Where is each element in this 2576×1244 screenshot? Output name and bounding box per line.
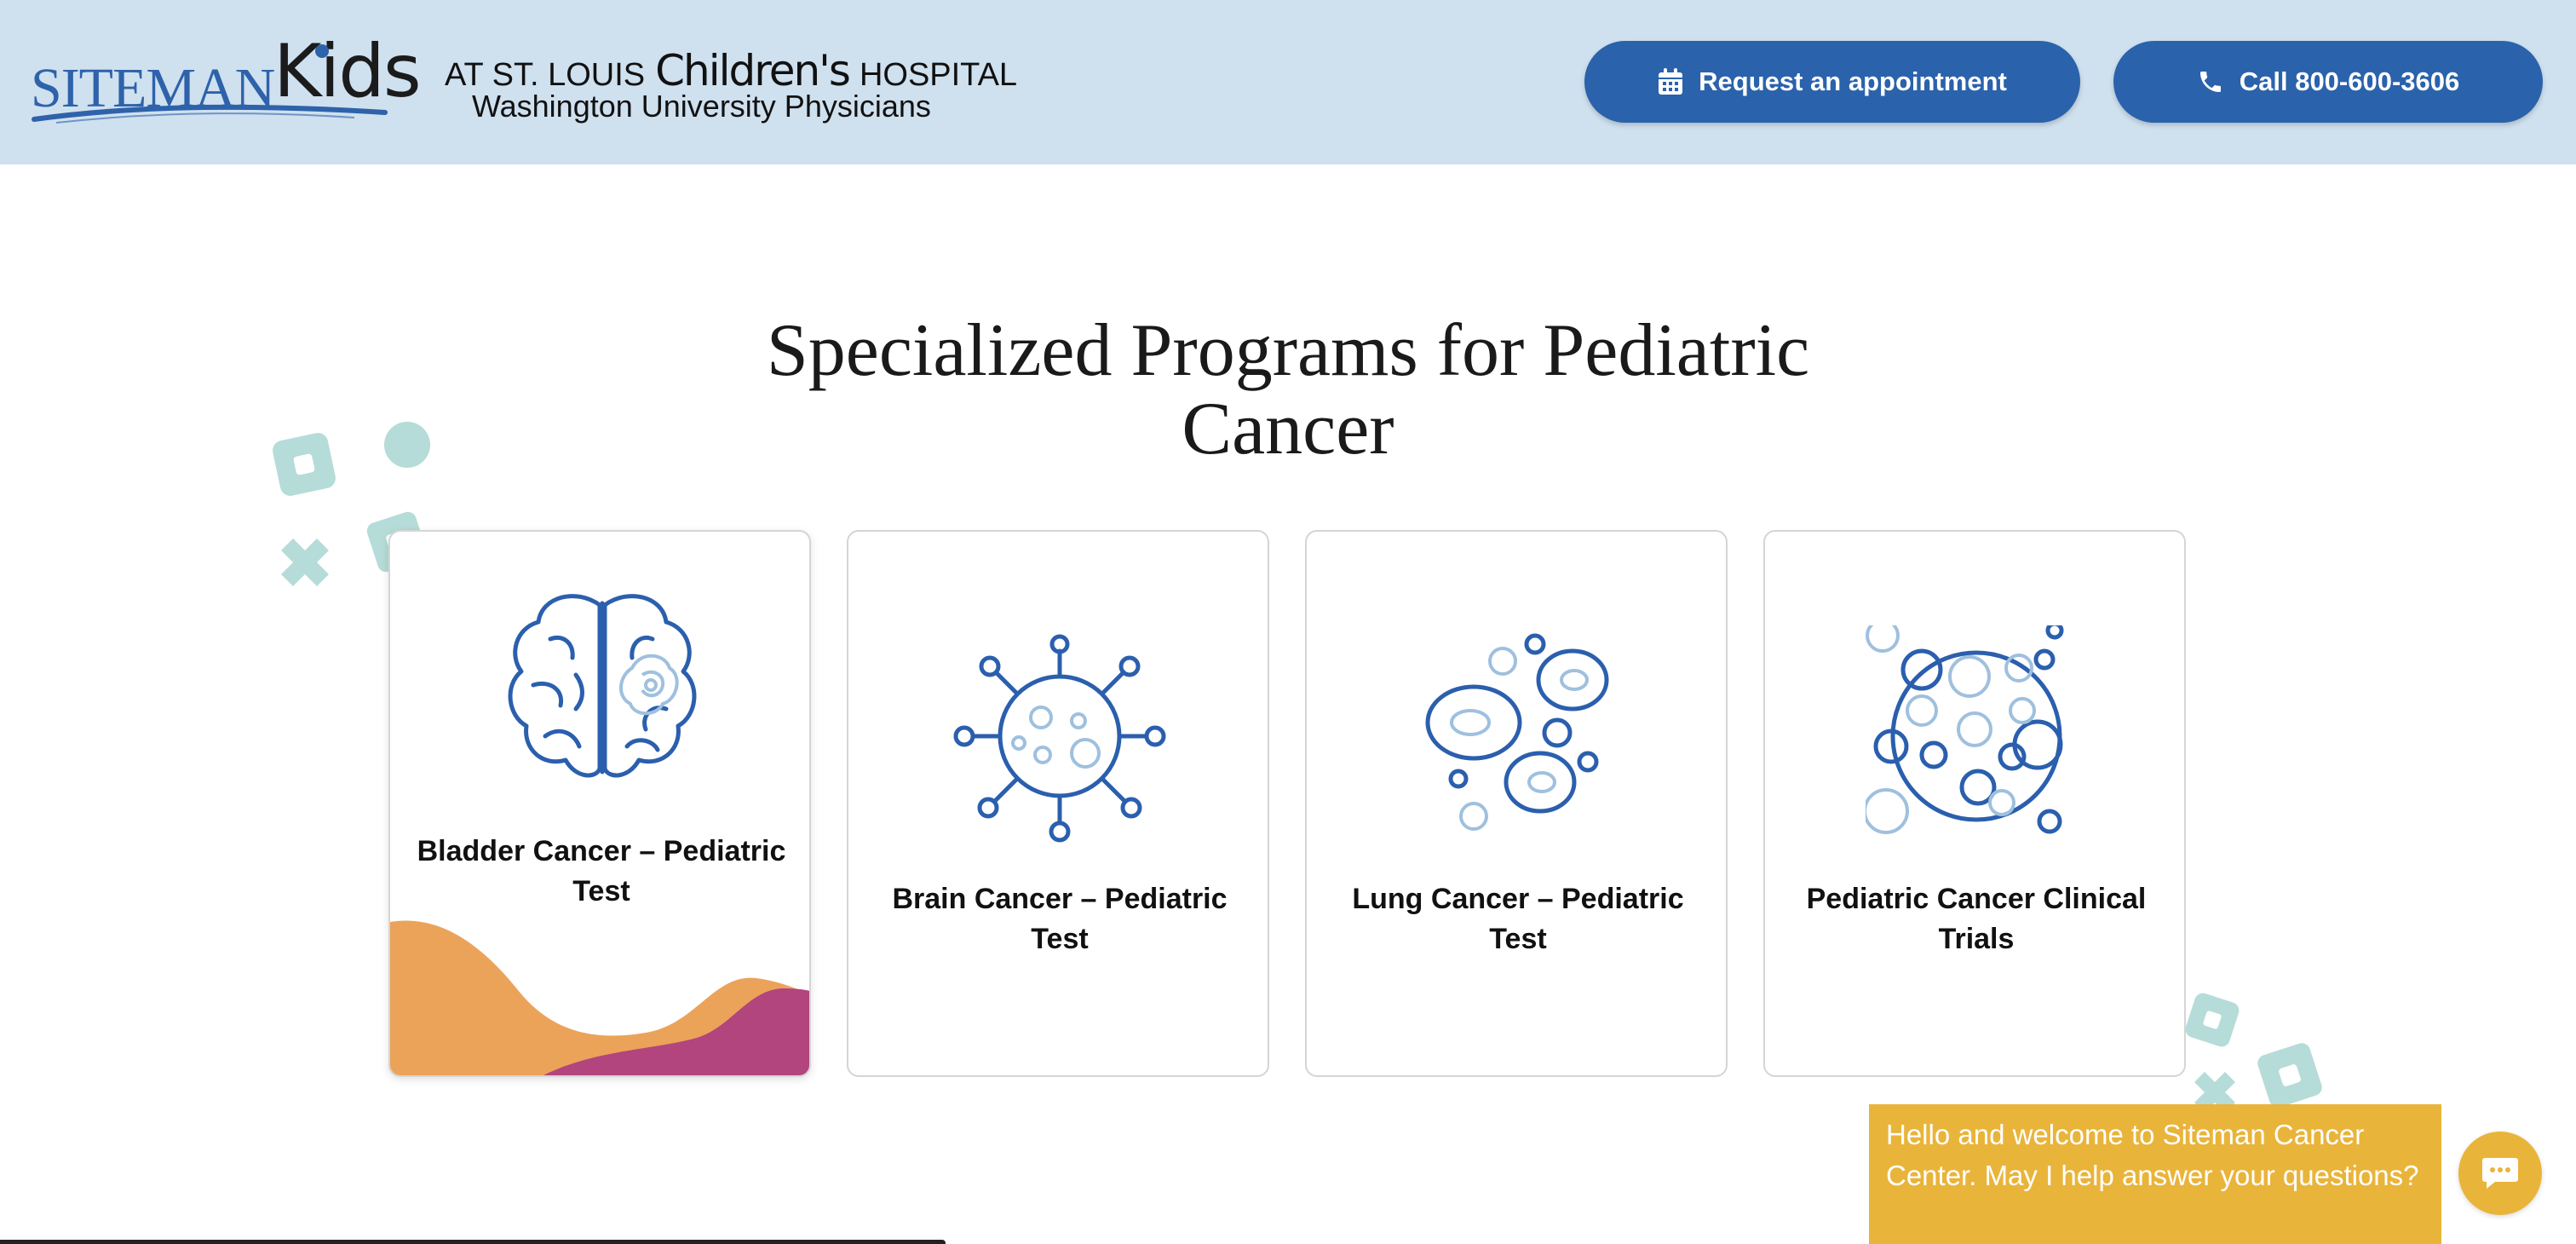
program-card-lung[interactable]: Lung Cancer – Pediatric Test xyxy=(1305,530,1728,1077)
program-card-label: Brain Cancer – Pediatric Test xyxy=(892,883,1228,955)
program-card-clinical-trials[interactable]: Pediatric Cancer Clinical Trials xyxy=(1763,530,2186,1077)
section-title: Specialized Programs for Pediatric Cance… xyxy=(766,309,1810,470)
card-wave-decoration xyxy=(390,920,809,1075)
siteman-kids-logo[interactable]: SITEMAN Kids xyxy=(31,29,422,135)
decorative-shapes-right-icon xyxy=(2185,993,2322,1113)
call-phone-label: Call 800-600-3606 xyxy=(2239,66,2460,96)
phone-icon xyxy=(2199,72,2221,92)
program-card-label: Bladder Cancer – Pediatric Test xyxy=(417,835,786,907)
site-header: SITEMAN Kids AT ST. LOUIS Children's HOS… xyxy=(0,0,2576,164)
calendar-icon xyxy=(1659,68,1683,95)
call-phone-button[interactable]: Call 800-600-3606 xyxy=(2113,41,2543,123)
logo-dot xyxy=(315,44,329,58)
program-card-brain[interactable]: Brain Cancer – Pediatric Test xyxy=(847,530,1269,1077)
program-card-label: Lung Cancer – Pediatric Test xyxy=(1352,883,1684,955)
program-card-bladder[interactable]: Bladder Cancer – Pediatric Test xyxy=(388,530,811,1077)
request-appointment-label: Request an appointment xyxy=(1699,66,2007,96)
brain-tumor-icon xyxy=(508,594,697,778)
virus-cell-icon xyxy=(953,634,1166,843)
cell-cluster-icon xyxy=(1866,625,2064,834)
cells-icon xyxy=(1425,633,1609,831)
program-card-label: Pediatric Cancer Clinical Trials xyxy=(1806,883,2147,955)
logo-kids-text: Kids xyxy=(273,29,422,114)
bottom-scroll-indicator xyxy=(0,1240,946,1244)
request-appointment-button[interactable]: Request an appointment xyxy=(1584,41,2080,123)
chat-launcher-button[interactable] xyxy=(2458,1132,2542,1215)
chat-icon xyxy=(2482,1158,2518,1189)
hospital-affiliation-line: Washington University Physicians xyxy=(472,89,931,124)
logo-swoosh-icon xyxy=(32,104,388,124)
chat-welcome-message[interactable]: Hello and welcome to Siteman Cancer Cent… xyxy=(1869,1104,2441,1244)
hospital-affiliation[interactable]: AT ST. LOUIS Children's HOSPITAL Washing… xyxy=(445,34,1017,128)
